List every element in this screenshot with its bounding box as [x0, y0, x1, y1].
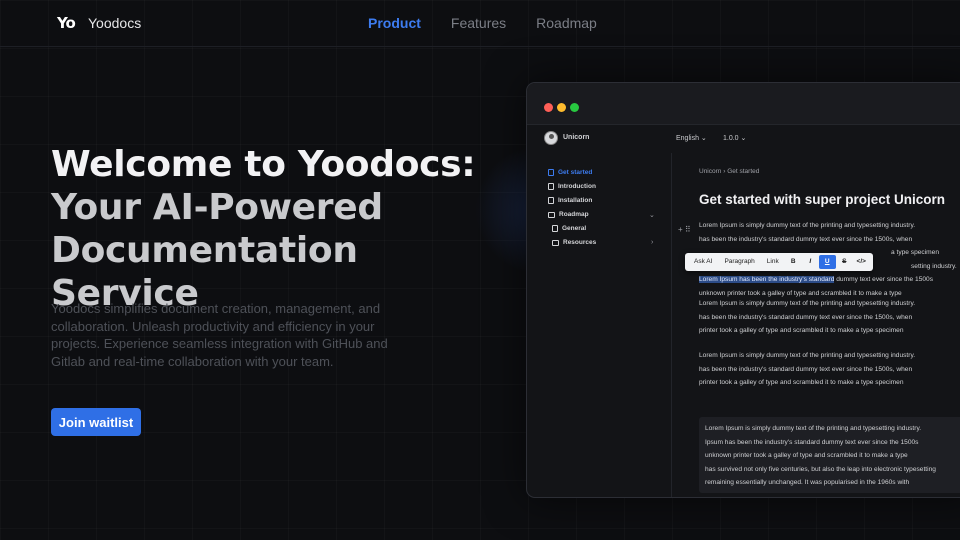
chevron-right-icon[interactable]: ›	[651, 239, 653, 246]
link-button[interactable]: Link	[761, 255, 785, 269]
sidebar-item-label: Resources	[563, 239, 597, 246]
hero-title-line-1: Welcome to Yoodocs:	[51, 144, 476, 185]
text-line: has been the industry's standard dummy t…	[699, 235, 913, 243]
text-line: Lorem Ipsum has been the industry's stan…	[699, 273, 960, 287]
sidebar-item-label: Introduction	[558, 183, 596, 190]
paragraph-block[interactable]: Lorem Ipsum is simply dummy text of the …	[699, 297, 960, 338]
doc-icon	[552, 225, 558, 232]
doc-icon	[548, 169, 554, 176]
strikethrough-button[interactable]: S	[836, 255, 853, 269]
hero-title: Welcome to Yoodocs: Your AI-Powered Docu…	[51, 143, 511, 315]
sidebar-item-resources[interactable]: Resources	[552, 239, 596, 246]
selected-text[interactable]: Lorem Ipsum has been the industry's stan…	[699, 276, 835, 283]
join-waitlist-button[interactable]: Join waitlist	[51, 408, 141, 436]
italic-button[interactable]: I	[802, 255, 819, 269]
breadcrumb-item: Get started	[727, 168, 760, 175]
text-line: has been the industry's standard dummy t…	[699, 365, 913, 373]
document-title[interactable]: Get started with super project Unicorn	[699, 192, 945, 207]
project-avatar[interactable]	[544, 131, 558, 145]
close-window-icon[interactable]	[544, 103, 553, 112]
logo-icon[interactable]: Yo	[57, 14, 76, 32]
sidebar-item-label: General	[562, 225, 587, 232]
document-editor: Unicorn › Get started Get started with s…	[673, 153, 960, 497]
text-line: Lorem Ipsum is simply dummy text of the …	[699, 222, 916, 229]
paragraph-style-button[interactable]: Paragraph	[718, 255, 760, 269]
hero-title-line-2: Your AI-Powered	[51, 187, 383, 228]
text-line: Lorem Ipsum is simply dummy text of the …	[705, 425, 922, 432]
minimize-window-icon[interactable]	[557, 103, 566, 112]
main-nav: Product Features Roadmap	[368, 15, 597, 31]
folder-icon	[552, 239, 559, 246]
chevron-down-icon[interactable]: ⌄	[649, 211, 655, 219]
formatting-toolbar: Ask AI Paragraph Link B I U S </>	[685, 253, 873, 271]
maximize-window-icon[interactable]	[570, 103, 579, 112]
sidebar-item-label: Roadmap	[559, 211, 589, 218]
chevron-down-icon: ⌄	[700, 135, 707, 142]
sidebar-item-roadmap[interactable]: Roadmap	[548, 211, 589, 218]
nav-roadmap[interactable]: Roadmap	[536, 15, 597, 31]
sidebar-item-installation[interactable]: Installation	[548, 197, 592, 204]
app-topbar: Unicorn English ⌄ 1.0.0 ⌄	[527, 125, 960, 153]
ask-ai-button[interactable]: Ask AI	[688, 255, 718, 269]
text-line: has survived not only five centuries, bu…	[705, 465, 936, 473]
sidebar-item-general[interactable]: General	[552, 225, 586, 232]
sidebar-item-get-started[interactable]: Get started	[548, 169, 592, 176]
version-value: 1.0.0	[723, 135, 739, 142]
doc-icon	[548, 197, 554, 204]
text-line: Ipsum has been the industry's standard d…	[705, 438, 919, 446]
hero-description: Yoodocs simplifies document creation, ma…	[51, 301, 388, 369]
code-button[interactable]: </>	[853, 255, 870, 269]
paragraph-block[interactable]: Lorem Ipsum is simply dummy text of the …	[699, 349, 960, 390]
version-select[interactable]: 1.0.0 ⌄	[723, 134, 746, 142]
bold-button[interactable]: B	[785, 255, 802, 269]
brand-name[interactable]: Yoodocs	[88, 15, 141, 31]
language-select[interactable]: English ⌄	[676, 134, 707, 142]
site-header: Yo Yoodocs Product Features Roadmap	[0, 0, 960, 47]
breadcrumb: Unicorn › Get started	[699, 168, 759, 175]
folder-icon	[548, 211, 555, 218]
app-sidebar: Get started Introduction Installation Ro…	[527, 153, 672, 497]
language-value: English	[676, 135, 699, 142]
sidebar-item-label: Installation	[558, 197, 593, 204]
project-name[interactable]: Unicorn	[563, 134, 589, 141]
text-line: printer took a galley of type and scramb…	[699, 379, 904, 386]
text-line: Lorem Ipsum is simply dummy text of the …	[699, 352, 916, 359]
doc-icon	[548, 183, 554, 190]
sidebar-item-introduction[interactable]: Introduction	[548, 183, 596, 190]
sidebar-item-label: Get started	[558, 169, 593, 176]
chevron-down-icon: ⌄	[740, 135, 747, 142]
drag-handle-icon[interactable]: + ⠿	[678, 225, 691, 234]
text-line: Lorem Ipsum is simply dummy text of the …	[699, 300, 916, 307]
quote-block[interactable]: Lorem Ipsum is simply dummy text of the …	[699, 417, 960, 493]
text-line: remaining essentially unchanged. It was …	[705, 479, 910, 486]
app-preview-window: Unicorn English ⌄ 1.0.0 ⌄ Get started In…	[526, 82, 960, 498]
text-line: unknown printer took a galley of type an…	[705, 452, 908, 459]
breadcrumb-item[interactable]: Unicorn	[699, 168, 721, 175]
nav-product[interactable]: Product	[368, 15, 421, 31]
text-line: has been the industry's standard dummy t…	[699, 313, 913, 321]
window-titlebar	[527, 83, 960, 125]
text-fragment: dummy text ever since the 1500s	[834, 276, 934, 283]
underline-button[interactable]: U	[818, 255, 836, 269]
nav-features[interactable]: Features	[451, 15, 506, 31]
text-line: printer took a galley of type and scramb…	[699, 327, 904, 334]
